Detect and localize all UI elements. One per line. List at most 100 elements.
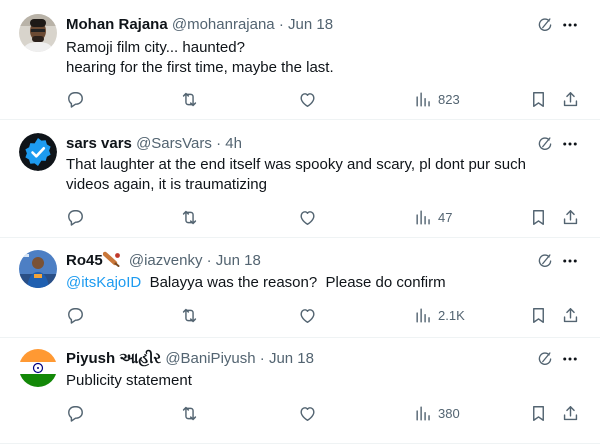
bookmark-icon bbox=[529, 404, 548, 423]
user-handle[interactable]: @BaniPiyush bbox=[165, 350, 255, 367]
like-icon bbox=[298, 306, 317, 325]
like-button[interactable] bbox=[298, 305, 317, 325]
reply-icon bbox=[66, 208, 85, 227]
bookmark-icon bbox=[529, 90, 548, 109]
separator-dot: · bbox=[216, 135, 222, 152]
reply-button[interactable] bbox=[66, 89, 85, 109]
reply-button[interactable] bbox=[66, 207, 85, 227]
views-icon bbox=[414, 306, 433, 325]
tweet-header: Ro45 @iazvenky · Jun 18 bbox=[66, 251, 261, 271]
retweet-button[interactable] bbox=[180, 207, 199, 227]
tweet-piyush[interactable]: Piyush આહીર @BaniPiyush · Jun 18 Publici… bbox=[0, 338, 600, 444]
share-button[interactable] bbox=[561, 403, 580, 423]
tweet-date[interactable]: Jun 18 bbox=[269, 350, 314, 367]
avatar[interactable] bbox=[19, 14, 57, 52]
views-count: 823 bbox=[438, 91, 460, 107]
like-button[interactable] bbox=[298, 89, 317, 109]
like-button[interactable] bbox=[298, 207, 317, 227]
reply-button[interactable] bbox=[66, 305, 85, 325]
views-count: 380 bbox=[438, 405, 460, 421]
views-button[interactable]: 47 bbox=[414, 207, 452, 227]
like-icon bbox=[298, 208, 317, 227]
share-icon bbox=[561, 404, 580, 423]
retweet-icon bbox=[180, 208, 199, 227]
share-button[interactable] bbox=[561, 305, 580, 325]
bookmark-button[interactable] bbox=[529, 207, 548, 227]
more-icon[interactable] bbox=[560, 135, 580, 153]
views-icon bbox=[414, 208, 433, 227]
views-button[interactable]: 2.1K bbox=[414, 305, 465, 325]
more-icon[interactable] bbox=[560, 350, 580, 368]
bookmark-icon bbox=[529, 208, 548, 227]
views-icon bbox=[414, 404, 433, 423]
bookmark-button[interactable] bbox=[529, 89, 548, 109]
grok-icon[interactable] bbox=[536, 135, 554, 153]
display-name[interactable]: Piyush આહીર bbox=[66, 350, 161, 367]
share-icon bbox=[561, 306, 580, 325]
more-icon[interactable] bbox=[560, 16, 580, 34]
reply-button[interactable] bbox=[66, 403, 85, 423]
display-name[interactable]: sars vars bbox=[66, 135, 132, 152]
share-icon bbox=[561, 90, 580, 109]
share-button[interactable] bbox=[561, 89, 580, 109]
tweet-header: sars vars @SarsVars · 4h bbox=[66, 134, 242, 154]
share-icon bbox=[561, 208, 580, 227]
grok-icon[interactable] bbox=[536, 252, 554, 270]
tweet-date[interactable]: Jun 18 bbox=[216, 252, 261, 269]
separator-dot: · bbox=[278, 16, 284, 33]
mention-link[interactable]: @itsKajoID bbox=[66, 274, 141, 291]
tweet-text-line: hearing for the first time, maybe the la… bbox=[66, 59, 334, 76]
views-count: 47 bbox=[438, 209, 453, 225]
retweet-icon bbox=[180, 90, 199, 109]
bookmark-button[interactable] bbox=[529, 403, 548, 423]
reply-icon bbox=[66, 306, 85, 325]
bookmark-button[interactable] bbox=[529, 305, 548, 325]
like-icon bbox=[298, 90, 317, 109]
tweet-date[interactable]: Jun 18 bbox=[288, 16, 333, 33]
bookmark-icon bbox=[529, 306, 548, 325]
avatar[interactable] bbox=[19, 349, 57, 387]
tweet-text-line: That laughter at the end itself was spoo… bbox=[66, 156, 526, 173]
tweet-text: Ramoji film city... haunted? hearing for… bbox=[66, 38, 566, 78]
separator-dot: · bbox=[206, 252, 212, 269]
views-button[interactable]: 823 bbox=[414, 89, 460, 109]
retweet-button[interactable] bbox=[180, 89, 199, 109]
tweet-text-line: videos again, it is traumatizing bbox=[66, 176, 267, 193]
tweet-text-line: Balayya was the reason? Please do confir… bbox=[141, 274, 446, 291]
tweet-text: That laughter at the end itself was spoo… bbox=[66, 155, 586, 195]
display-name[interactable]: Mohan Rajana bbox=[66, 16, 168, 33]
tweet-text-line: Publicity statement bbox=[66, 372, 192, 389]
avatar[interactable] bbox=[19, 250, 57, 288]
retweet-button[interactable] bbox=[180, 305, 199, 325]
user-handle[interactable]: @SarsVars bbox=[136, 135, 212, 152]
tweet-header: Mohan Rajana @mohanrajana · Jun 18 bbox=[66, 15, 333, 35]
reply-icon bbox=[66, 404, 85, 423]
tweet-text: Publicity statement bbox=[66, 371, 566, 391]
more-icon[interactable] bbox=[560, 252, 580, 270]
tweet-text: @itsKajoID Balayya was the reason? Pleas… bbox=[66, 273, 566, 293]
retweet-button[interactable] bbox=[180, 403, 199, 423]
tweet-sars-vars[interactable]: sars vars @SarsVars · 4h That laughter a… bbox=[0, 120, 600, 238]
grok-icon[interactable] bbox=[536, 16, 554, 34]
reply-icon bbox=[66, 90, 85, 109]
cricket-bat-emoji bbox=[102, 251, 120, 267]
tweet-mohan-rajana[interactable]: Mohan Rajana @mohanrajana · Jun 18 Ramoj… bbox=[0, 0, 600, 120]
retweet-icon bbox=[180, 404, 199, 423]
like-button[interactable] bbox=[298, 403, 317, 423]
tweet-ro45[interactable]: Ro45 @iazvenky · Jun 18 @itsKajoID Balay… bbox=[0, 238, 600, 338]
display-name[interactable]: Ro45 bbox=[66, 252, 103, 269]
views-button[interactable]: 380 bbox=[414, 403, 460, 423]
tweet-date[interactable]: 4h bbox=[225, 135, 242, 152]
avatar[interactable] bbox=[19, 133, 57, 171]
tweet-header: Piyush આહીર @BaniPiyush · Jun 18 bbox=[66, 349, 314, 369]
verified-badge-icon bbox=[19, 133, 57, 171]
grok-icon[interactable] bbox=[536, 350, 554, 368]
user-handle[interactable]: @iazvenky bbox=[129, 252, 203, 269]
share-button[interactable] bbox=[561, 207, 580, 227]
tweet-text-line: Ramoji film city... haunted? bbox=[66, 39, 245, 56]
separator-dot: · bbox=[259, 350, 265, 367]
retweet-icon bbox=[180, 306, 199, 325]
views-count: 2.1K bbox=[438, 307, 465, 323]
reply-feed: Mohan Rajana @mohanrajana · Jun 18 Ramoj… bbox=[0, 0, 600, 444]
user-handle[interactable]: @mohanrajana bbox=[172, 16, 275, 33]
